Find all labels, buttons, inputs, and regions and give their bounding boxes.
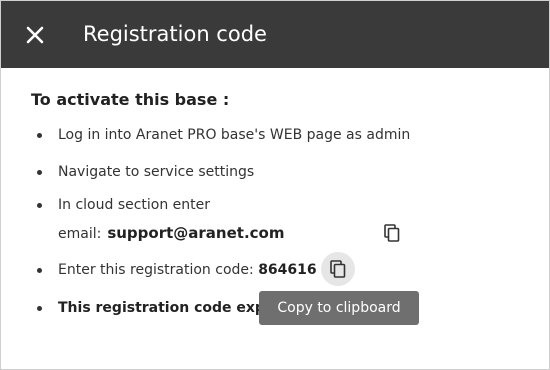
close-button[interactable]	[19, 19, 51, 51]
bullet	[37, 170, 42, 175]
step-cloud: In cloud section enter	[37, 195, 210, 215]
bullet	[37, 203, 42, 208]
close-icon	[26, 26, 44, 44]
copy-icon	[330, 260, 346, 278]
step-registration-code: Enter this registration code: 864616	[37, 260, 317, 280]
registration-code-value: 864616	[258, 262, 317, 278]
bullet	[37, 306, 42, 311]
step-login: Log in into Aranet PRO base's WEB page a…	[37, 125, 410, 145]
step-navigate: Navigate to service settings	[37, 162, 254, 182]
copy-icon	[384, 224, 400, 242]
dialog-title: Registration code	[83, 22, 267, 46]
copy-tooltip: Copy to clipboard	[259, 291, 419, 325]
step-cloud-text: In cloud section enter	[58, 197, 211, 213]
step-expiry: This registration code expires	[37, 298, 294, 318]
instructions-heading: To activate this base :	[31, 90, 230, 109]
dialog-header: Registration code	[1, 1, 549, 68]
step-navigate-text: Navigate to service settings	[58, 164, 255, 180]
step-code-label: Enter this registration code:	[58, 262, 254, 278]
bullet	[37, 133, 42, 138]
step-code-line: Enter this registration code: 864616	[58, 262, 317, 278]
copy-email-button[interactable]	[375, 216, 409, 250]
email-label: email:	[58, 226, 102, 242]
email-row: email: support@aranet.com	[58, 222, 284, 245]
step-login-text: Log in into Aranet PRO base's WEB page a…	[58, 127, 411, 143]
dialog-content: To activate this base : Log in into Aran…	[1, 68, 549, 369]
copy-code-button[interactable]	[321, 252, 355, 286]
bullet	[37, 268, 42, 273]
registration-dialog: Registration code To activate this base …	[0, 0, 550, 370]
email-value: support@aranet.com	[107, 224, 285, 242]
